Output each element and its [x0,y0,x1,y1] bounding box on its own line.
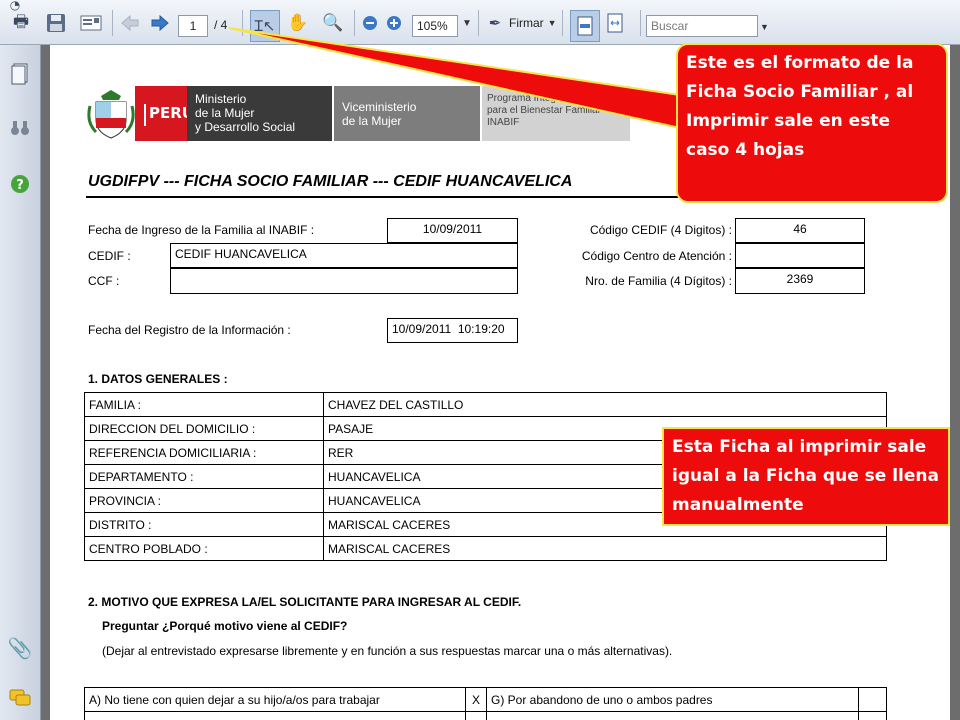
top-callout: Este es el formato de la Ficha Socio Fam… [676,43,948,203]
middle-callout: Esta Ficha al imprimir sale igual a la F… [662,427,950,526]
